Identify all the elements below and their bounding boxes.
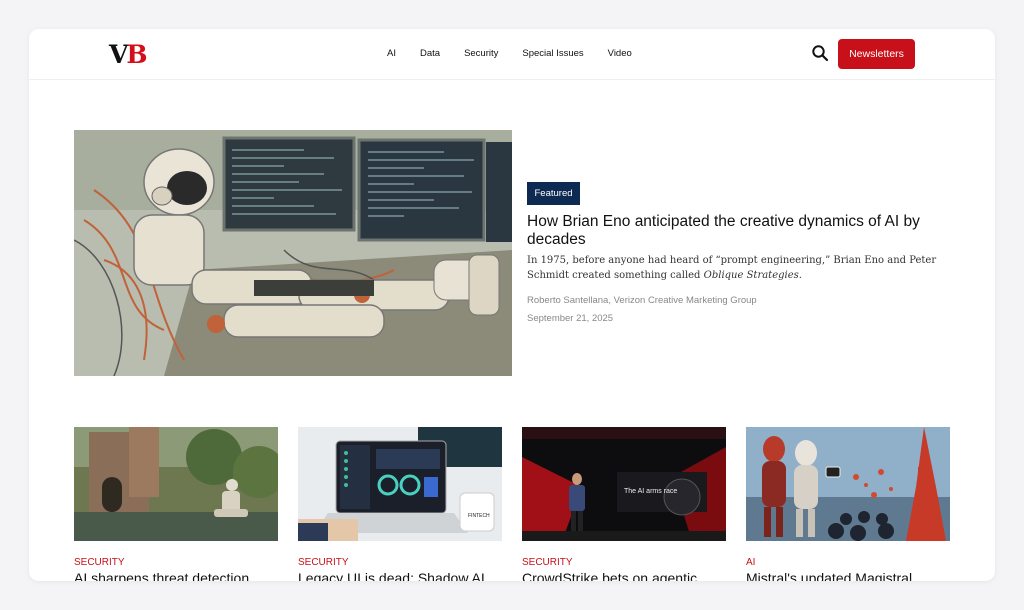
article-thumbnail[interactable] (74, 427, 278, 541)
article-title[interactable]: AI sharpens threat detection (74, 570, 294, 581)
article-category[interactable]: SECURITY (74, 557, 125, 568)
featured-description: In 1975, before anyone had heard of “pro… (527, 253, 967, 283)
site-header: VB AI Data Security Special Issues Video… (29, 29, 995, 80)
featured-image[interactable] (74, 130, 512, 376)
nav-item-video[interactable]: Video (608, 48, 632, 60)
article-card[interactable]: The AI arms race SECURITY CrowdStrike be… (522, 427, 726, 581)
article-thumbnail[interactable]: FINTECH (298, 427, 502, 541)
article-thumbnail[interactable] (746, 427, 950, 541)
article-category[interactable]: AI (746, 557, 755, 568)
description-end: . (798, 270, 802, 281)
featured-badge: Featured (527, 182, 580, 205)
logo-b: B (126, 39, 147, 69)
nav-item-special-issues[interactable]: Special Issues (522, 48, 583, 60)
main-nav: AI Data Security Special Issues Video (387, 48, 656, 60)
featured-title[interactable]: How Brian Eno anticipated the creative d… (527, 213, 947, 248)
page-frame: VB AI Data Security Special Issues Video… (29, 29, 995, 581)
newsletters-button[interactable]: Newsletters (838, 39, 915, 69)
article-category[interactable]: SECURITY (522, 557, 573, 568)
article-card[interactable]: AI Mistral's updated Magistral (746, 427, 950, 581)
article-card[interactable]: FINTECH SECURITY Legacy UI is dead: Shad… (298, 427, 502, 581)
search-icon[interactable] (811, 44, 829, 62)
nav-item-data[interactable]: Data (420, 48, 440, 60)
mug-text: FINTECH (468, 513, 490, 519)
description-emphasis: Oblique Strategies (703, 270, 799, 281)
article-title[interactable]: CrowdStrike bets on agentic (522, 570, 742, 581)
article-thumbnail[interactable]: The AI arms race (522, 427, 726, 541)
article-title[interactable]: Legacy UI is dead: Shadow AI (298, 570, 518, 581)
featured-date: September 21, 2025 (527, 313, 614, 324)
stage-screen-text: The AI arms race (624, 488, 677, 495)
nav-item-ai[interactable]: AI (387, 48, 396, 60)
featured-author: Roberto Santellana, Verizon Creative Mar… (527, 295, 757, 306)
vb-logo[interactable]: VB (109, 39, 148, 69)
article-category[interactable]: SECURITY (298, 557, 349, 568)
article-card[interactable]: SECURITY AI sharpens threat detection (74, 427, 278, 581)
logo-v: V (109, 39, 128, 69)
article-title[interactable]: Mistral's updated Magistral (746, 570, 966, 581)
nav-item-security[interactable]: Security (464, 48, 498, 60)
